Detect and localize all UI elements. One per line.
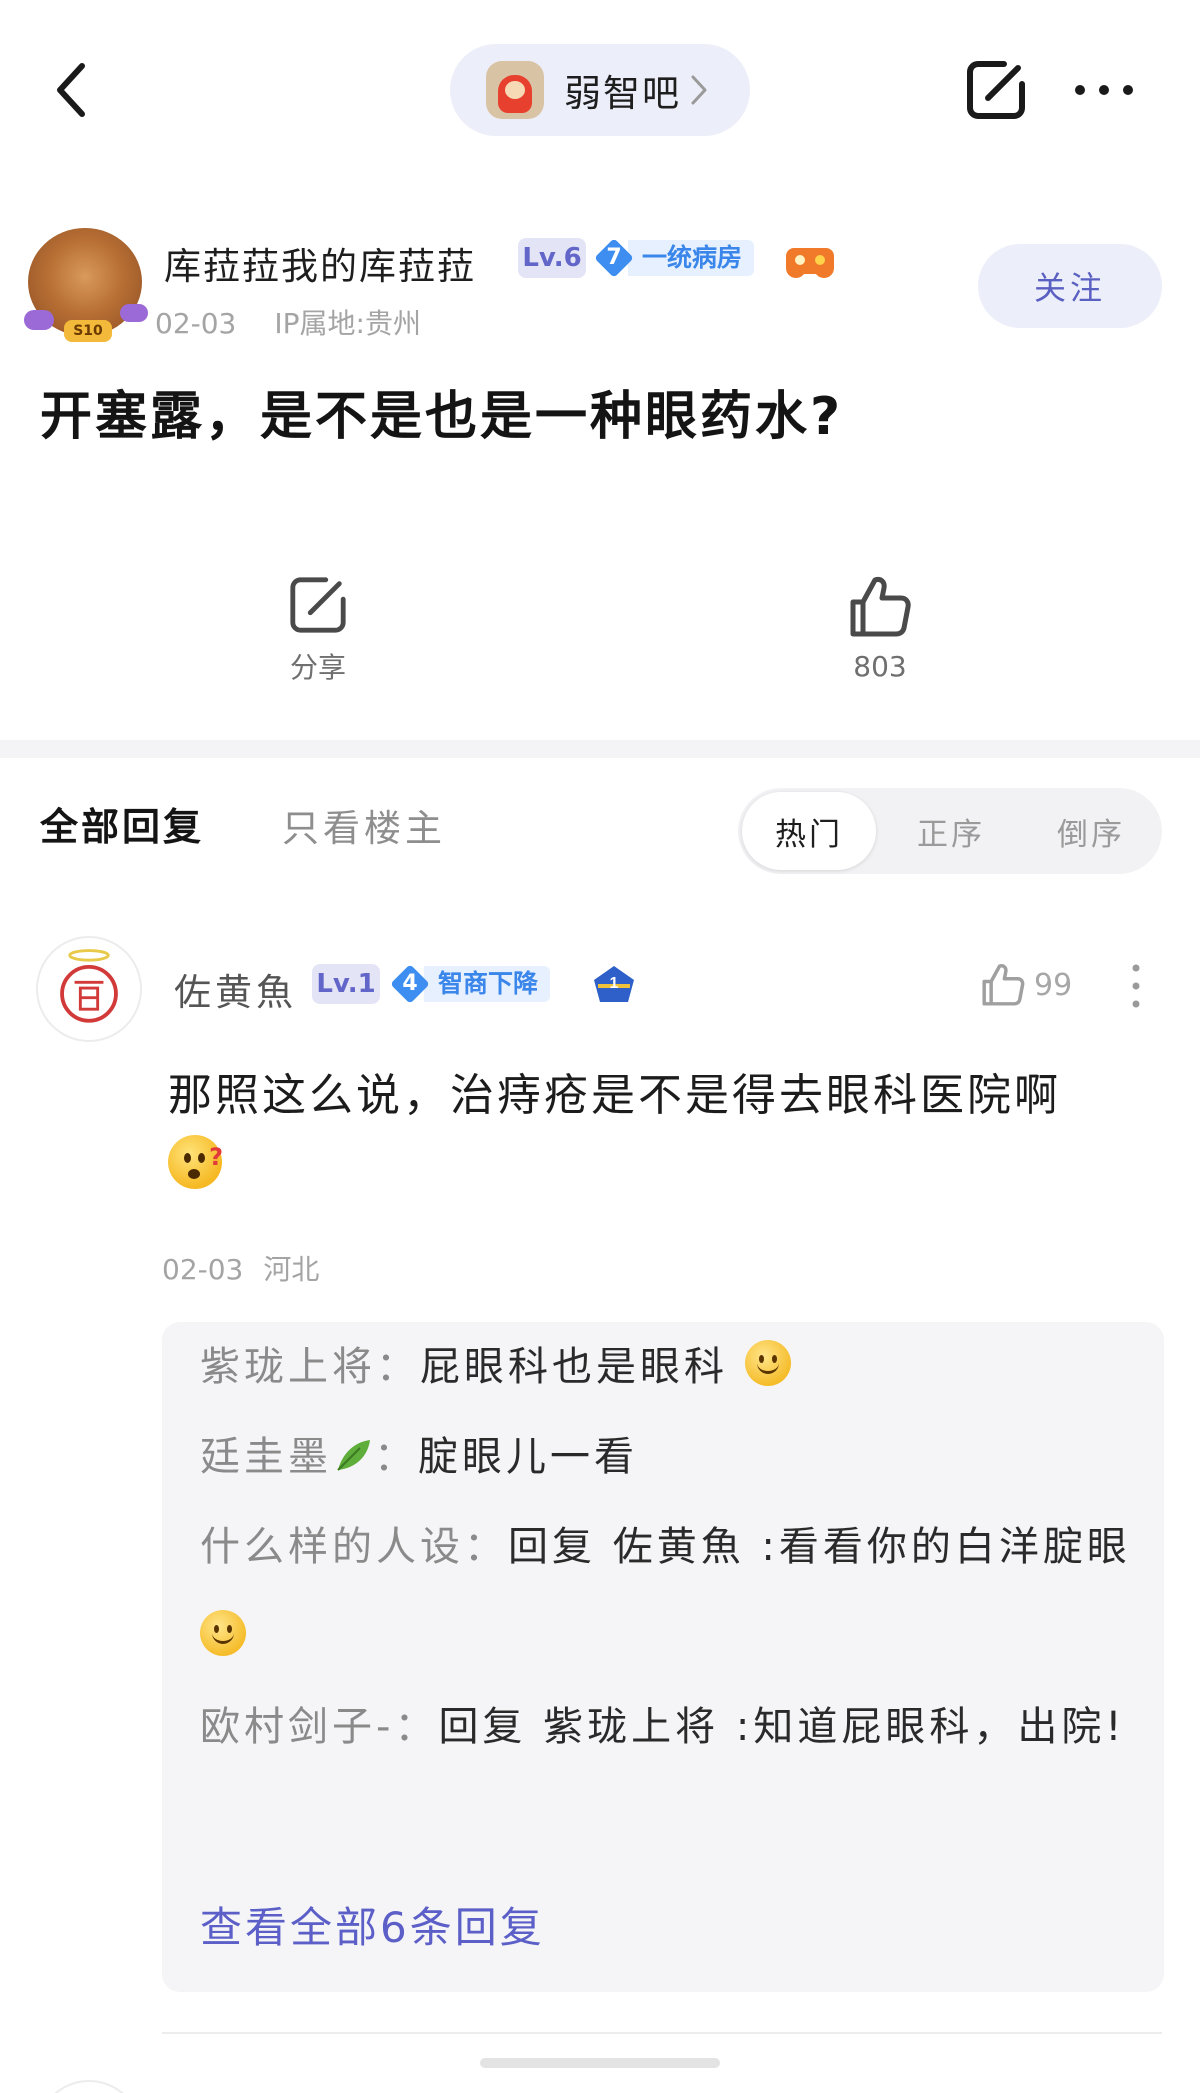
- commenter-level-badge: Lv.1: [312, 964, 380, 1004]
- level-badge: Lv.6: [518, 238, 586, 278]
- forum-entry-button[interactable]: 弱智吧: [450, 44, 750, 136]
- thumbs-up-icon: [850, 577, 911, 637]
- post-meta: 02-03 IP属地:贵州: [155, 302, 421, 342]
- honor-level: 7: [606, 245, 622, 270]
- author-avatar[interactable]: S10: [24, 228, 148, 342]
- share-icon[interactable]: [964, 58, 1028, 122]
- thinking-emoji-icon: ?: [168, 1135, 223, 1189]
- comment-like-button[interactable]: 99: [980, 962, 1072, 1008]
- sort-ascending[interactable]: 正序: [884, 792, 1018, 870]
- sub-reply-author: 廷圭墨: [200, 1434, 332, 1480]
- comment-date: 02-03: [162, 1253, 244, 1286]
- commenter-honor-title: 智商下降: [424, 966, 551, 1002]
- tab-all-replies[interactable]: 全部回复: [40, 796, 204, 851]
- share-icon: [290, 577, 346, 633]
- honor-title: 一统病房: [628, 240, 755, 276]
- sort-toggle: 热门 正序 倒序: [738, 788, 1162, 874]
- sub-reply-author: 紫珑上将: [200, 1344, 376, 1390]
- thumbs-up-icon: [982, 964, 1025, 1006]
- like-count: 803: [853, 650, 907, 683]
- forum-name: 弱智吧: [564, 72, 681, 115]
- leaf-icon: [337, 1440, 370, 1471]
- ip-location: IP属地:贵州: [274, 307, 421, 340]
- commenter-name[interactable]: 佐黄魚: [174, 962, 297, 1016]
- smile-emoji-icon: [744, 1340, 791, 1386]
- sub-reply-text: 腚眼儿一看: [418, 1434, 638, 1480]
- post-title: 开塞露，是不是也是一种眼药水?: [40, 387, 844, 447]
- tab-op-only[interactable]: 只看楼主: [282, 798, 446, 852]
- comment-text: 那照这么说，治痔疮是不是得去眼科医院啊 ?: [168, 1064, 1168, 1192]
- avatar-tag: S10: [64, 320, 112, 342]
- forum-avatar: [486, 61, 544, 119]
- gamepad-icon: [786, 248, 834, 278]
- comment-body: 那照这么说，治痔疮是不是得去眼科医院啊: [168, 1070, 1061, 1121]
- sub-reply[interactable]: 紫珑上将：屁眼科也是眼科: [200, 1322, 1140, 1412]
- sub-reply-text: 回复 佐黄魚 :看看你的白洋腚眼: [508, 1524, 1131, 1570]
- commenter-honor-level: 4: [402, 971, 418, 996]
- commenter-avatar[interactable]: [36, 936, 142, 1042]
- comment-like-count: 99: [1034, 967, 1073, 1003]
- sub-reply[interactable]: 欧村剑子-：回复 紫珑上将 :知道屁眼科，出院!: [200, 1682, 1140, 1772]
- honor-badge: 7 一统病房: [594, 238, 755, 278]
- post-date: 02-03: [155, 307, 237, 340]
- share-label: 分享: [289, 651, 346, 684]
- sub-reply-text: 屁眼科也是眼科: [420, 1344, 728, 1390]
- sort-descending[interactable]: 倒序: [1024, 792, 1158, 870]
- sub-reply-author: 欧村剑子-: [200, 1704, 395, 1750]
- top-bar: 弱智吧: [0, 0, 1200, 180]
- section-divider: [0, 740, 1200, 758]
- comment-separator: [162, 2032, 1162, 2034]
- share-button[interactable]: 分享: [238, 574, 398, 686]
- view-all-replies-link[interactable]: 查看全部6条回复: [200, 1894, 545, 1955]
- sub-reply[interactable]: 廷圭墨 ：腚眼儿一看: [200, 1412, 1140, 1502]
- sort-hot[interactable]: 热门: [742, 792, 876, 870]
- commenter-honor-badge: 4 智商下降: [390, 964, 551, 1004]
- like-button[interactable]: 803: [800, 574, 960, 683]
- sub-reply[interactable]: 什么样的人设：回复 佐黄魚 :看看你的白洋腚眼: [200, 1502, 1140, 1682]
- comment-meta: 02-03 河北: [162, 1248, 319, 1288]
- sub-reply-text: 回复 紫珑上将 :知道屁眼科，出院!: [438, 1704, 1126, 1750]
- next-commenter-avatar[interactable]: [36, 2080, 142, 2093]
- rank-badge-icon: 1: [594, 966, 634, 1002]
- sub-replies-panel: 紫珑上将：屁眼科也是眼科 廷圭墨 ：腚眼儿一看 什么样的人设：回复 佐黄魚 :看看…: [162, 1322, 1164, 1992]
- rank-number: 1: [610, 975, 619, 992]
- back-arrow-icon[interactable]: [50, 60, 94, 120]
- comment-more-icon[interactable]: [1124, 962, 1148, 1010]
- chevron-right-icon: [691, 75, 707, 105]
- more-options-icon[interactable]: [1070, 70, 1138, 110]
- sub-reply-author: 什么样的人设: [200, 1524, 464, 1570]
- author-name[interactable]: 库菈菈我的库菈菈: [164, 236, 476, 290]
- comment-location: 河北: [263, 1253, 320, 1286]
- home-indicator: [480, 2058, 720, 2068]
- smile-emoji-icon: [200, 1610, 246, 1656]
- follow-button[interactable]: 关注: [978, 244, 1162, 328]
